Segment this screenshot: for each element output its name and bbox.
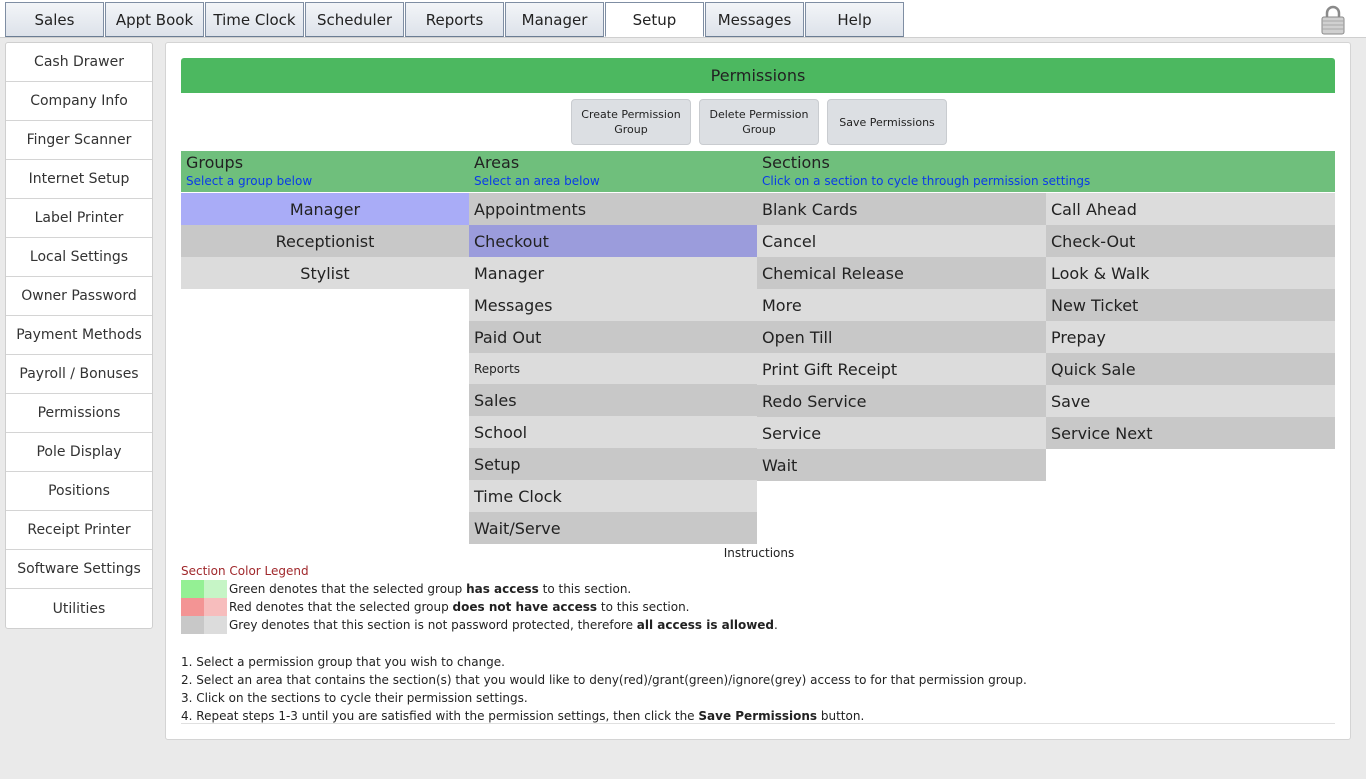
legend-swatch-green-1 [181, 580, 204, 598]
sidebar-item-receipt-printer[interactable]: Receipt Printer [6, 511, 152, 550]
column-headers: Groups Select a group below Areas Select… [181, 151, 1335, 192]
legend-grey-text: Grey denotes that this section is not pa… [229, 618, 778, 632]
sections-header-title: Sections [762, 153, 830, 172]
legend-swatch-grey-1 [181, 616, 204, 634]
divider [181, 723, 1335, 724]
instructions-steps: 1. Select a permission group that you wi… [181, 653, 1027, 725]
tab-reports[interactable]: Reports [405, 2, 504, 37]
groups-header: Groups Select a group below [186, 153, 312, 188]
area-item-appointments[interactable]: Appointments [469, 193, 757, 225]
tab-time-clock[interactable]: Time Clock [205, 2, 304, 37]
area-item-wait-serve[interactable]: Wait/Serve [469, 512, 757, 544]
lock-icon[interactable] [1320, 5, 1346, 35]
delete-permission-group-button[interactable]: Delete Permission Group [699, 99, 819, 145]
sidebar-item-positions[interactable]: Positions [6, 472, 152, 511]
group-item-stylist[interactable]: Stylist [181, 257, 469, 289]
section-item-open-till[interactable]: Open Till [757, 321, 1046, 353]
legend-red-text: Red denotes that the selected group does… [229, 600, 690, 614]
create-permission-group-button[interactable]: Create Permission Group [571, 99, 691, 145]
legend-grey: Grey denotes that this section is not pa… [181, 616, 778, 634]
tab-manager[interactable]: Manager [505, 2, 604, 37]
instructions-title: Instructions [723, 546, 795, 560]
sections-header: Sections Click on a section to cycle thr… [762, 153, 1090, 188]
tab-help[interactable]: Help [805, 2, 904, 37]
nav-tabs: Sales Appt Book Time Clock Scheduler Rep… [5, 2, 905, 37]
sidebar-item-payroll-bonuses[interactable]: Payroll / Bonuses [6, 355, 152, 394]
legend-green: Green denotes that the selected group ha… [181, 580, 631, 598]
section-item-save[interactable]: Save [1046, 385, 1335, 417]
sidebar-item-cash-drawer[interactable]: Cash Drawer [6, 43, 152, 82]
sidebar-item-permissions[interactable]: Permissions [6, 394, 152, 433]
tab-appt-book[interactable]: Appt Book [105, 2, 204, 37]
sidebar-item-finger-scanner[interactable]: Finger Scanner [6, 121, 152, 160]
page-title: Permissions [181, 58, 1335, 93]
legend-red: Red denotes that the selected group does… [181, 598, 690, 616]
section-item-wait[interactable]: Wait [757, 449, 1046, 481]
area-item-messages[interactable]: Messages [469, 289, 757, 321]
tab-setup[interactable]: Setup [605, 2, 704, 37]
areas-header: Areas Select an area below [474, 153, 600, 188]
group-item-manager[interactable]: Manager [181, 193, 469, 225]
section-item-quick-sale[interactable]: Quick Sale [1046, 353, 1335, 385]
tab-sales[interactable]: Sales [5, 2, 104, 37]
step-2: 2. Select an area that contains the sect… [181, 673, 1027, 687]
group-item-receptionist[interactable]: Receptionist [181, 225, 469, 257]
sidebar-item-software-settings[interactable]: Software Settings [6, 550, 152, 589]
section-item-chemical-release[interactable]: Chemical Release [757, 257, 1046, 289]
step-1: 1. Select a permission group that you wi… [181, 655, 505, 669]
area-item-school[interactable]: School [469, 416, 757, 448]
areas-header-hint: Select an area below [474, 174, 600, 188]
top-navigation: Sales Appt Book Time Clock Scheduler Rep… [0, 0, 1366, 38]
sidebar-item-utilities[interactable]: Utilities [6, 589, 152, 628]
section-item-call-ahead[interactable]: Call Ahead [1046, 193, 1335, 225]
save-permissions-button[interactable]: Save Permissions [827, 99, 947, 145]
areas-header-title: Areas [474, 153, 520, 172]
sections-header-hint: Click on a section to cycle through perm… [762, 174, 1091, 188]
sidebar: Cash Drawer Company Info Finger Scanner … [5, 42, 153, 629]
legend-swatch-green-2 [204, 580, 227, 598]
sidebar-item-internet-setup[interactable]: Internet Setup [6, 160, 152, 199]
section-item-new-ticket[interactable]: New Ticket [1046, 289, 1335, 321]
area-item-manager[interactable]: Manager [469, 257, 757, 289]
legend-swatch-red-2 [204, 598, 227, 616]
step-3: 3. Click on the sections to cycle their … [181, 691, 528, 705]
legend-swatch-red-1 [181, 598, 204, 616]
tab-scheduler[interactable]: Scheduler [305, 2, 404, 37]
sidebar-item-label-printer[interactable]: Label Printer [6, 199, 152, 238]
area-item-reports[interactable]: Reports [469, 353, 757, 385]
section-item-cancel[interactable]: Cancel [757, 225, 1046, 257]
section-item-print-gift-receipt[interactable]: Print Gift Receipt [757, 353, 1046, 385]
section-item-redo-service[interactable]: Redo Service [757, 385, 1046, 417]
legend-green-text: Green denotes that the selected group ha… [229, 582, 632, 596]
sidebar-item-owner-password[interactable]: Owner Password [6, 277, 152, 316]
sidebar-item-payment-methods[interactable]: Payment Methods [6, 316, 152, 355]
groups-header-title: Groups [186, 153, 244, 172]
section-item-look-walk[interactable]: Look & Walk [1046, 257, 1335, 289]
legend-title: Section Color Legend [181, 564, 309, 578]
sidebar-item-local-settings[interactable]: Local Settings [6, 238, 152, 277]
section-item-prepay[interactable]: Prepay [1046, 321, 1335, 353]
section-item-service-next[interactable]: Service Next [1046, 417, 1335, 449]
tab-messages[interactable]: Messages [705, 2, 804, 37]
section-item-more[interactable]: More [757, 289, 1046, 321]
section-item-check-out[interactable]: Check-Out [1046, 225, 1335, 257]
section-item-service[interactable]: Service [757, 417, 1046, 449]
area-item-time-clock[interactable]: Time Clock [469, 480, 757, 512]
area-item-setup[interactable]: Setup [469, 448, 757, 480]
sidebar-item-company-info[interactable]: Company Info [6, 82, 152, 121]
section-item-blank-cards[interactable]: Blank Cards [757, 193, 1046, 225]
groups-header-hint: Select a group below [186, 174, 313, 188]
area-item-checkout[interactable]: Checkout [469, 225, 757, 257]
permissions-panel: Permissions Create Permission Group Dele… [165, 42, 1351, 740]
sidebar-item-pole-display[interactable]: Pole Display [6, 433, 152, 472]
area-item-sales[interactable]: Sales [469, 384, 757, 416]
area-item-paid-out[interactable]: Paid Out [469, 321, 757, 353]
legend-swatch-grey-2 [204, 616, 227, 634]
